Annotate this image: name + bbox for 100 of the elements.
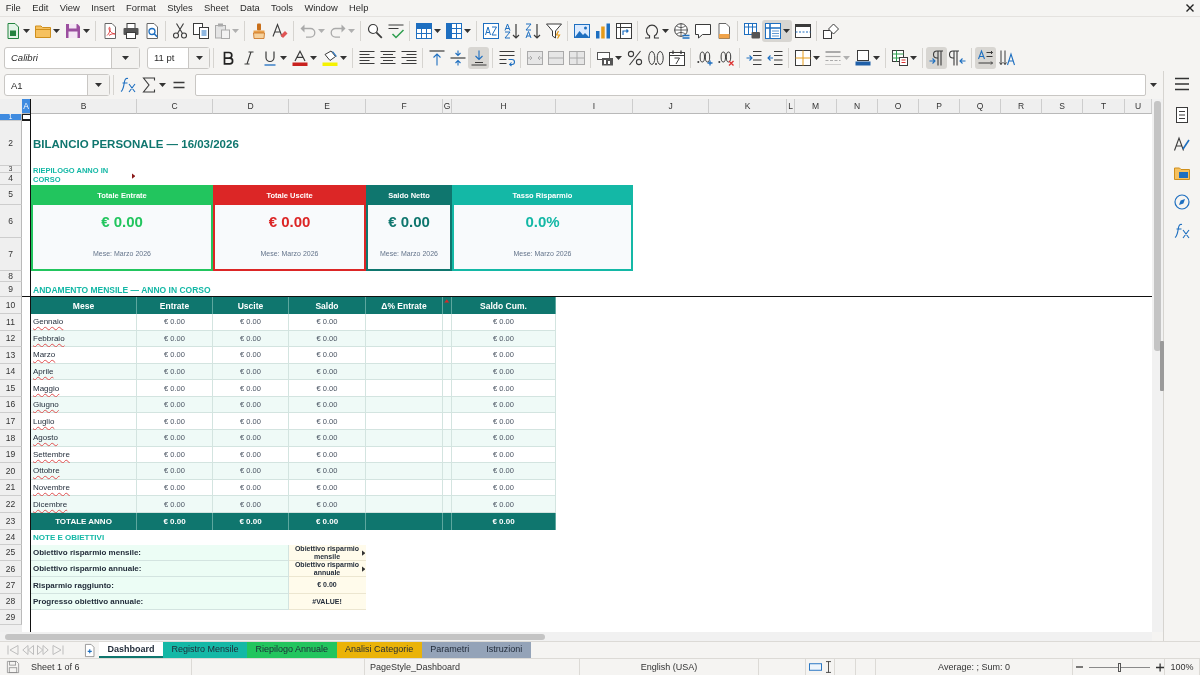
- font-color-icon[interactable]: [291, 49, 308, 66]
- split-window-icon[interactable]: [794, 22, 811, 39]
- caret-icon[interactable]: [339, 55, 347, 60]
- caret-icon[interactable]: [122, 55, 129, 60]
- comment-icon[interactable]: [694, 22, 711, 39]
- formula-input-field[interactable]: [195, 74, 1146, 96]
- vertical-scrollbar[interactable]: [1152, 99, 1163, 632]
- menu-item[interactable]: Data: [234, 1, 266, 15]
- new-document-icon[interactable]: [4, 22, 21, 39]
- column-header[interactable]: S: [1042, 99, 1083, 114]
- page-add-icon[interactable]: [83, 643, 96, 657]
- function-icon[interactable]: [119, 77, 136, 93]
- row-header[interactable]: 8: [0, 271, 22, 282]
- decrease-indent-icon[interactable]: [766, 49, 783, 66]
- compass-icon[interactable]: [1174, 194, 1190, 210]
- pivot-table-icon[interactable]: [615, 22, 632, 39]
- caret-icon[interactable]: [463, 28, 471, 33]
- sum-icon[interactable]: [140, 77, 157, 93]
- selection-rectangle-icon[interactable]: [809, 663, 822, 671]
- add-decimal-icon[interactable]: [696, 49, 713, 66]
- scrollbar-thumb[interactable]: [1154, 101, 1161, 351]
- column-header[interactable]: H: [452, 99, 556, 114]
- omega-icon[interactable]: [643, 22, 660, 39]
- cut-icon[interactable]: [171, 22, 188, 39]
- menu-item[interactable]: Format: [120, 1, 162, 15]
- align-right-icon[interactable]: [400, 49, 417, 66]
- caret-icon[interactable]: [661, 28, 669, 33]
- image-folder-icon[interactable]: [1174, 165, 1190, 181]
- merge-cells-icon[interactable]: [547, 49, 564, 66]
- print-icon[interactable]: [122, 22, 139, 39]
- row-header[interactable]: 11: [0, 314, 22, 331]
- caret-icon[interactable]: [279, 55, 287, 60]
- sheet-tab[interactable]: Riepilogo Annuale: [247, 642, 337, 658]
- styles-icon[interactable]: [1174, 136, 1190, 152]
- caret-icon[interactable]: [614, 55, 622, 60]
- sort-icon[interactable]: [482, 22, 499, 39]
- table-columns-icon[interactable]: [445, 22, 462, 39]
- save-icon[interactable]: [64, 22, 81, 39]
- row-header[interactable]: 10: [0, 297, 22, 314]
- delete-decimal-icon[interactable]: [717, 49, 734, 66]
- floppy-icon[interactable]: [7, 661, 19, 673]
- column-header[interactable]: I: [556, 99, 633, 114]
- highlight-icon[interactable]: [321, 49, 338, 66]
- row-header[interactable]: 6: [0, 205, 22, 238]
- shapes-icon[interactable]: [822, 22, 839, 39]
- print-preview-icon[interactable]: [143, 22, 160, 39]
- menu-item[interactable]: File: [0, 1, 27, 15]
- column-header[interactable]: U: [1125, 99, 1152, 114]
- caret-icon[interactable]: [95, 83, 102, 87]
- close-icon[interactable]: [1186, 4, 1194, 12]
- sheet-tab[interactable]: Istruzioni: [477, 642, 531, 658]
- sort-descending-icon[interactable]: [524, 22, 541, 39]
- column-header[interactable]: J: [633, 99, 709, 114]
- caret-icon[interactable]: [195, 55, 203, 60]
- caret-icon[interactable]: [782, 28, 790, 33]
- sheet-tab[interactable]: Parametri: [421, 642, 478, 658]
- align-center-icon[interactable]: [379, 49, 396, 66]
- row-header[interactable]: 22: [0, 496, 22, 513]
- image-icon[interactable]: [573, 22, 590, 39]
- caret-icon[interactable]: [812, 55, 820, 60]
- caret-icon[interactable]: [158, 83, 166, 87]
- zoom-in-icon[interactable]: [1155, 662, 1164, 672]
- border-color-icon[interactable]: [854, 49, 871, 66]
- paragraph-rtl-icon[interactable]: [949, 49, 966, 66]
- caret-icon[interactable]: [52, 28, 60, 33]
- conditional-format-icon[interactable]: [891, 49, 908, 66]
- sheet-tab[interactable]: Registro Mensile: [163, 642, 248, 658]
- font-size-field[interactable]: 11 pt: [147, 46, 210, 69]
- column-header[interactable]: N: [837, 99, 878, 114]
- scrollbar-thumb[interactable]: [5, 634, 545, 640]
- row-header[interactable]: 2: [0, 121, 22, 166]
- sort-ascending-icon[interactable]: [503, 22, 520, 39]
- copy-icon[interactable]: [192, 22, 209, 39]
- spellcheck-icon[interactable]: [387, 22, 404, 39]
- row-header[interactable]: 5: [0, 185, 22, 205]
- increase-indent-icon[interactable]: [745, 49, 762, 66]
- resize-handle[interactable]: [1160, 341, 1164, 391]
- zoom-slider-thumb[interactable]: [1118, 662, 1122, 672]
- clear-formatting-icon[interactable]: [271, 22, 288, 39]
- percent-icon[interactable]: [626, 49, 643, 66]
- wrap-text-icon[interactable]: [498, 49, 515, 66]
- menu-item[interactable]: Sheet: [198, 1, 235, 15]
- menu-icon[interactable]: [1174, 76, 1190, 92]
- column-header[interactable]: F: [366, 99, 443, 114]
- sheet-tab[interactable]: Dashboard: [99, 642, 163, 658]
- menu-item[interactable]: Tools: [265, 1, 299, 15]
- text-cursor-icon[interactable]: [826, 661, 831, 673]
- horizontal-scrollbar[interactable]: [0, 632, 1152, 641]
- row-header[interactable]: 17: [0, 413, 22, 431]
- row-header[interactable]: 18: [0, 430, 22, 447]
- row-header[interactable]: 26: [0, 561, 22, 578]
- menu-item[interactable]: Edit: [26, 1, 54, 15]
- table-freeze-icon[interactable]: [764, 22, 781, 39]
- sheet-tab[interactable]: Analisi Categorie: [336, 642, 422, 658]
- column-header[interactable]: E: [289, 99, 366, 114]
- menu-item[interactable]: Styles: [161, 1, 199, 15]
- column-header[interactable]: T: [1083, 99, 1125, 114]
- column-header[interactable]: Q: [960, 99, 1001, 114]
- row-header[interactable]: 13: [0, 347, 22, 364]
- calendar-icon[interactable]: [668, 49, 685, 66]
